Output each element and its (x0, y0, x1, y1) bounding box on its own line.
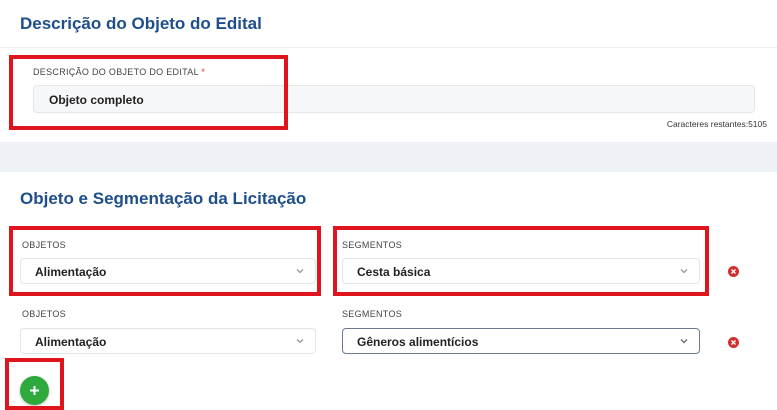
objects-select-row1-value: Alimentação (35, 265, 107, 279)
chevron-down-icon (680, 269, 688, 274)
chevron-down-icon (296, 339, 304, 344)
remove-row2-button[interactable] (728, 337, 739, 348)
objects-label-row2: OBJETOS (22, 309, 66, 319)
objects-label-row1: OBJETOS (22, 240, 66, 250)
remove-row1-button[interactable] (728, 266, 739, 277)
segments-select-row2-value: Gêneros alimentícios (357, 335, 479, 349)
segments-select-row2[interactable]: Gêneros alimentícios (342, 328, 700, 354)
segments-label-row2: SEGMENTOS (342, 309, 403, 319)
description-field-label: DESCRIÇÃO DO OBJETO DO EDITAL * (33, 67, 205, 77)
segments-label-row1: SEGMENTOS (342, 240, 403, 250)
objects-select-row2[interactable]: Alimentação (20, 328, 316, 354)
plus-icon (30, 386, 39, 395)
objects-select-row1[interactable]: Alimentação (20, 258, 316, 284)
add-row-button[interactable] (20, 376, 49, 405)
description-section-title: Descrição do Objeto do Edital (20, 14, 262, 33)
remove-circle-icon (731, 269, 736, 274)
section-divider (0, 142, 777, 172)
chevron-down-icon (296, 269, 304, 274)
segments-select-row1[interactable]: Cesta básica (342, 258, 700, 284)
remove-circle-icon (731, 340, 736, 345)
segments-select-row1-value: Cesta básica (357, 265, 431, 279)
chevron-down-icon (680, 339, 688, 344)
description-input-value: Objeto completo (49, 93, 144, 107)
description-field-label-text: DESCRIÇÃO DO OBJETO DO EDITAL (33, 67, 199, 77)
objects-select-row2-value: Alimentação (35, 335, 107, 349)
segmentation-section-title: Objeto e Segmentação da Licitação (20, 189, 307, 208)
required-mark: * (201, 67, 206, 77)
remaining-characters: Caracteres restantes:5105 (666, 119, 767, 129)
